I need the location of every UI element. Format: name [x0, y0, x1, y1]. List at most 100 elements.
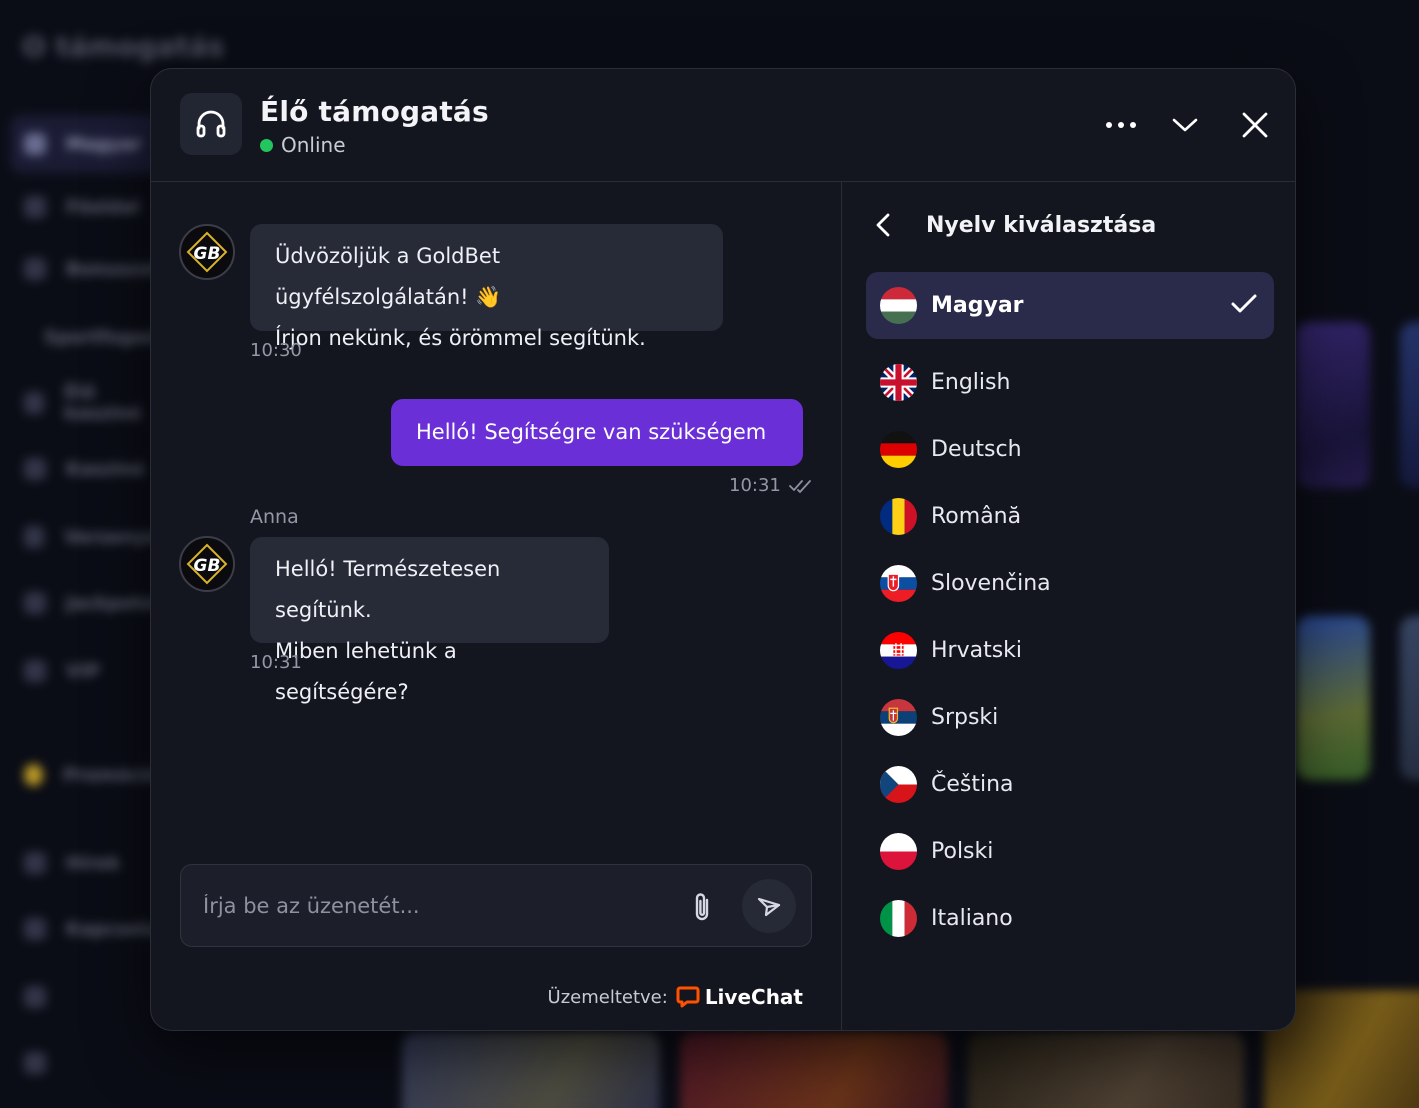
language-label: English [931, 370, 1011, 395]
chat-header: Élő támogatás Online [151, 69, 1295, 182]
goldbet-logo-icon: GB [186, 543, 228, 585]
window-title: Élő támogatás [260, 95, 489, 128]
message-time: 10:30 [250, 340, 302, 361]
read-receipt-icon [788, 479, 811, 493]
message-line: Helló! Segítségre van szükségem [416, 420, 767, 444]
close-icon [1242, 112, 1268, 138]
message-bubble-outgoing: Helló! Segítségre van szükségem [391, 399, 803, 466]
language-label: Italiano [931, 906, 1013, 931]
livechat-logo-icon [676, 986, 700, 1008]
chevron-left-icon [876, 213, 890, 237]
bg-sidebar-item: Kapcsolat [10, 900, 170, 958]
bg-sidebar-item: Hírek [10, 834, 170, 892]
language-option-deutsch[interactable]: Deutsch [866, 416, 1274, 483]
language-label: Hrvatski [931, 638, 1023, 663]
background-logo: ʘ támogatás [22, 30, 225, 63]
language-option-polski[interactable]: Polski [866, 818, 1274, 885]
message-line: Helló! Természetesen segítünk. [275, 557, 501, 622]
language-option-italiano[interactable]: Italiano [866, 885, 1274, 952]
language-list: Magyar English Deutsch Română Slovenčina… [866, 272, 1274, 952]
romania-flag-icon [880, 498, 917, 535]
checkmark-icon [1231, 294, 1257, 313]
bg-sidebar-item: Kaszinó [10, 440, 170, 498]
message-composer [180, 864, 812, 947]
headset-icon [180, 93, 242, 155]
language-option-srpski[interactable]: Srpski [866, 684, 1274, 751]
svg-text:GB: GB [194, 556, 221, 576]
attach-button[interactable] [684, 889, 720, 925]
agent-avatar: GB [179, 224, 235, 280]
livechat-brand: LiveChat [704, 985, 803, 1009]
message-bubble-incoming: Helló! Természetesen segítünk. Miben leh… [250, 537, 609, 704]
germany-flag-icon [880, 431, 917, 468]
language-option-romana[interactable]: Română [866, 483, 1274, 550]
sender-name: Anna [250, 506, 299, 528]
czechia-flag-icon [880, 766, 917, 803]
language-label: Srpski [931, 705, 999, 730]
status-dot [260, 138, 273, 152]
poland-flag-icon [880, 833, 917, 870]
italy-flag-icon [880, 900, 917, 937]
language-option-magyar[interactable]: Magyar [866, 272, 1274, 339]
back-button[interactable] [866, 208, 900, 242]
live-support-window: Élő támogatás Online GB Üdvözöljük a Gol… [150, 68, 1296, 1031]
message-line: Írjon nekünk, és örömmel segítünk. [275, 326, 646, 350]
language-option-slovencina[interactable]: Slovenčina [866, 550, 1274, 617]
agent-avatar: GB [179, 536, 235, 592]
send-button[interactable] [742, 879, 796, 933]
bg-sidebar-item: Jackpotok [10, 574, 170, 632]
message-time: 10:31 [729, 475, 781, 496]
bg-game-tile [680, 1032, 948, 1108]
more-options-button[interactable] [1101, 105, 1141, 145]
language-label: Čeština [931, 772, 1014, 797]
language-panel-title: Nyelv kiválasztása [926, 212, 1157, 238]
language-option-english[interactable]: English [866, 349, 1274, 416]
bg-sidebar-item [10, 1034, 170, 1092]
status-label: Online [281, 133, 346, 157]
message-meta: 10:31 [729, 475, 813, 496]
message-list: GB Üdvözöljük a GoldBet ügyfélszolgálatá… [151, 182, 841, 1030]
powered-by-label: Üzemeltetve: [547, 986, 668, 1008]
bg-sidebar-item: Főoldal [10, 178, 170, 236]
message-line: Üdvözöljük a GoldBet ügyfélszolgálatán! … [275, 244, 502, 309]
language-label: Polski [931, 839, 994, 864]
message-time: 10:31 [250, 652, 302, 673]
bg-game-tile [968, 1032, 1244, 1108]
paperclip-icon [695, 893, 709, 921]
close-button[interactable] [1235, 105, 1275, 145]
bg-sidebar-item: Sportfogadás [44, 326, 181, 348]
bg-sidebar-item: Magyar [10, 115, 170, 173]
bg-game-tile [1296, 322, 1370, 488]
language-label: Slovenčina [931, 571, 1051, 596]
message-bubble-incoming: Üdvözöljük a GoldBet ügyfélszolgálatán! … [250, 224, 723, 350]
slovakia-flag-icon [880, 565, 917, 602]
croatia-flag-icon [880, 632, 917, 669]
goldbet-logo-icon: GB [186, 231, 228, 273]
bg-sidebar-item: Bonuszok [10, 240, 170, 298]
chevron-down-icon [1172, 118, 1198, 132]
send-icon [757, 897, 781, 917]
bg-sidebar-item: Promóciók [10, 746, 170, 804]
online-status: Online [260, 133, 346, 157]
bg-sidebar-item: VIP [10, 642, 170, 700]
language-label: Deutsch [931, 437, 1022, 462]
bg-game-tile [1296, 616, 1370, 780]
message-line: Miben lehetünk a segítségére? [275, 639, 457, 704]
language-panel-header: Nyelv kiválasztása [866, 208, 1156, 242]
livechat-link[interactable]: LiveChat [676, 985, 803, 1009]
language-option-hrvatski[interactable]: Hrvatski [866, 617, 1274, 684]
hungary-flag-icon [880, 287, 917, 324]
powered-by: Üzemeltetve: LiveChat [548, 985, 803, 1009]
language-panel: Nyelv kiválasztása Magyar English Deutsc… [841, 182, 1295, 1030]
bg-game-tile [1400, 616, 1419, 780]
language-label: Magyar [931, 293, 1024, 318]
more-dots-icon [1106, 122, 1136, 128]
language-option-cestina[interactable]: Čeština [866, 751, 1274, 818]
bg-sidebar-item [10, 968, 170, 1026]
minimize-button[interactable] [1165, 105, 1205, 145]
message-input[interactable] [203, 885, 663, 927]
bg-game-tile [1400, 322, 1419, 488]
bg-sidebar-item: Élő kaszinó [10, 374, 170, 432]
language-label: Română [931, 504, 1022, 529]
serbia-flag-icon [880, 699, 917, 736]
